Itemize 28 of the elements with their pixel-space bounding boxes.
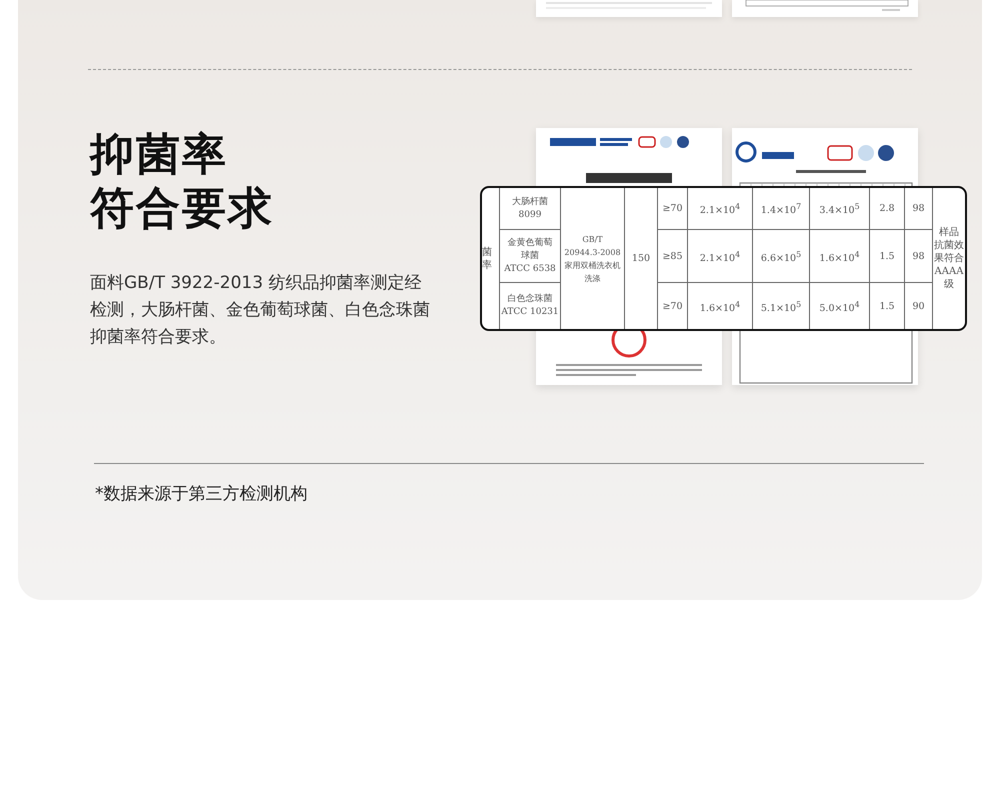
table-cell: ≥70 [658,283,688,329]
table-cell: 150 [625,188,658,329]
table-cell: 菌 率 [482,188,500,329]
table-cell: 金黄色葡萄 球菌 ATCC 6538 [500,230,561,283]
table-cell: 2.1×10$^{4}$ [688,188,753,230]
table-cell: 1.5 [870,230,905,283]
table-cell: 1.6×10$^{4}$ [810,230,870,283]
description-text: 面料GB/T 3922-2013 纺织品抑菌率测定经检测，大肠杆菌、金色葡萄球菌、白色念珠菌抑菌率符合要求。 [90,272,431,349]
table-cell: ≥85 [658,230,688,283]
table-cell: GB/T 20944.3-2008 家用双桶洗衣机 洗涤 [561,188,625,329]
table-cell: 98 [905,230,933,283]
table-cell: 98 [905,188,933,230]
table-cell-text: 样品 抗菌效 果符合 AAAA 级 [933,226,965,292]
table-cell: 3.4×10$^{5}$ [810,188,870,230]
section-heading: 抑菌率 符合要求 [90,128,275,236]
table-cell: 大肠杆菌 8099 [500,188,561,230]
table-cell: 5.0×10$^{4}$ [810,283,870,329]
footnote-text: *数据来源于第三方检测机构 [95,483,308,505]
table-cell: 2.8 [870,188,905,230]
table-cell: 白色念珠菌 ATCC 10231 [500,283,561,329]
table-cell: 1.4×10$^{7}$ [753,188,810,230]
table-cell: 90 [905,283,933,329]
table-cell: ≥70 [658,188,688,230]
table-cell: 2.1×10$^{4}$ [688,230,753,283]
table-cell: 1.5 [870,283,905,329]
table-cell: 5.1×10$^{5}$ [753,283,810,329]
table-cell: 1.6×10$^{4}$ [688,283,753,329]
table-cell: 6.6×10$^{5}$ [753,230,810,283]
